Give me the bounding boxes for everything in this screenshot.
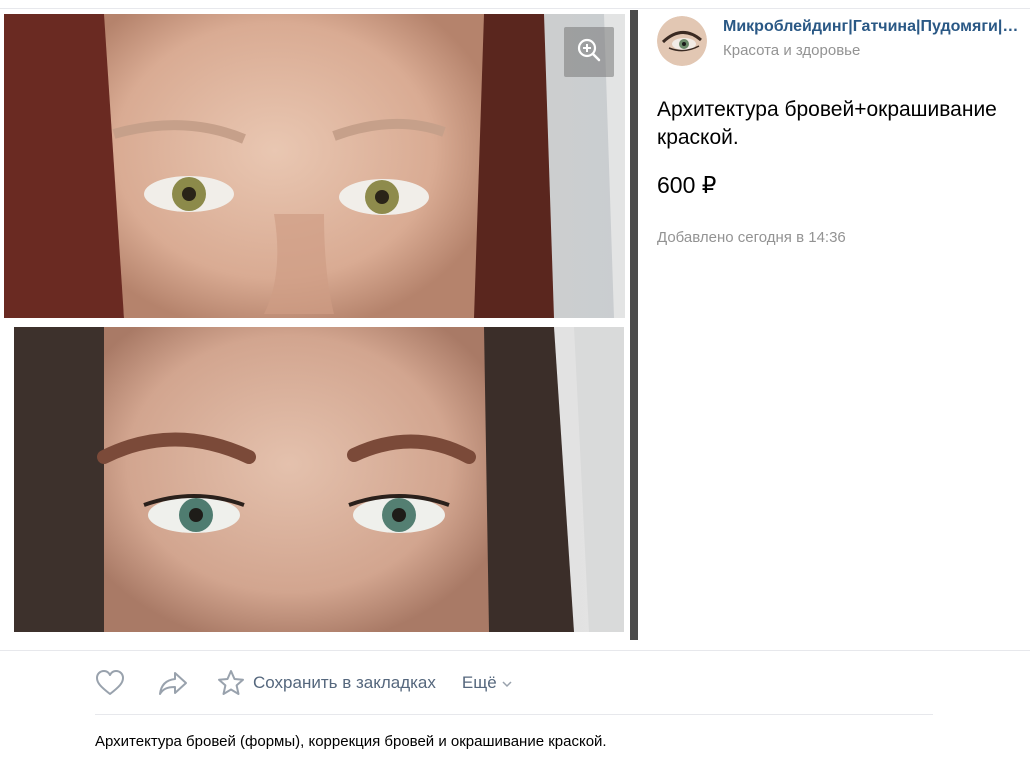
- save-to-bookmarks-button[interactable]: Сохранить в закладках: [253, 673, 436, 693]
- viewer-divider-bar: [630, 10, 638, 640]
- added-timestamp: Добавлено сегодня в 14:36: [657, 229, 846, 246]
- heart-icon[interactable]: [95, 668, 125, 698]
- chevron-down-icon: [502, 673, 512, 693]
- zoom-in-icon: [576, 37, 602, 68]
- product-photo-before[interactable]: [4, 14, 625, 318]
- share-arrow-icon[interactable]: [157, 668, 189, 698]
- product-photo-after[interactable]: [14, 327, 624, 632]
- star-icon[interactable]: [217, 668, 245, 698]
- product-price: 600 ₽: [657, 172, 717, 198]
- description-divider: [95, 714, 933, 715]
- section-divider: [0, 650, 1030, 651]
- more-menu-button[interactable]: Ещё: [462, 673, 512, 693]
- top-divider: [0, 0, 1030, 9]
- product-description: Архитектура бровей (формы), коррекция бр…: [95, 733, 607, 750]
- group-avatar[interactable]: [657, 16, 707, 66]
- group-category: Красота и здоровье: [723, 42, 861, 59]
- zoom-button[interactable]: [564, 27, 614, 77]
- more-label: Ещё: [461, 673, 497, 692]
- product-title: Архитектура бровей+окрашивание краской.: [657, 98, 997, 149]
- product-info-panel: Микроблейдинг|Гатчина|Пудомяги|Пу... Кра…: [645, 10, 1030, 640]
- group-name-link[interactable]: Микроблейдинг|Гатчина|Пудомяги|Пу...: [723, 18, 1023, 36]
- action-bar: Сохранить в закладках Ещё: [95, 664, 512, 702]
